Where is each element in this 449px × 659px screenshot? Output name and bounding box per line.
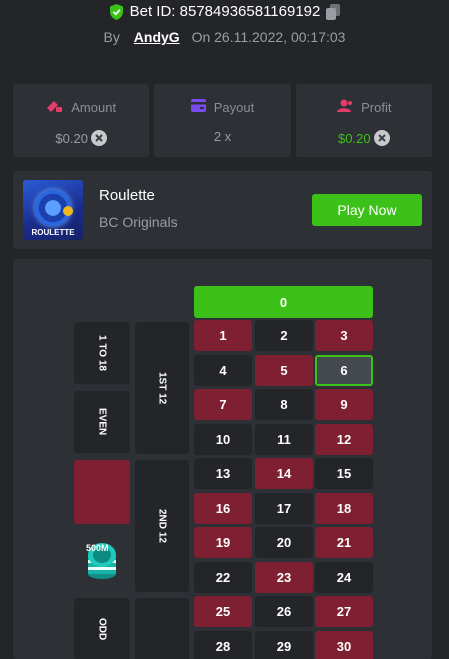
profit-card: Profit $0.20 bbox=[296, 84, 432, 157]
number-cell-25[interactable]: 25 bbox=[194, 596, 252, 627]
number-cell-19[interactable]: 19 bbox=[194, 527, 252, 558]
number-cell-3[interactable]: 3 bbox=[315, 320, 373, 351]
play-now-button[interactable]: Play Now bbox=[312, 194, 422, 226]
payout-title: Payout bbox=[214, 100, 254, 115]
bet-1-to-18[interactable]: 1 TO 18 bbox=[74, 322, 130, 384]
number-cell-6[interactable]: 6 bbox=[315, 355, 373, 386]
on-label: On bbox=[192, 29, 211, 45]
number-cell-10[interactable]: 10 bbox=[194, 424, 252, 455]
bet-red[interactable] bbox=[74, 460, 130, 524]
stats-row: Amount $0.20 Payout 2 x Profit $0.20 bbox=[13, 84, 432, 157]
payout-value: 2 x bbox=[214, 129, 231, 144]
by-line: By AndyG On 26.11.2022, 00:17:03 bbox=[0, 29, 449, 45]
number-cell-28[interactable]: 28 bbox=[194, 631, 252, 659]
game-card: ROULETTE Roulette BC Originals Play Now bbox=[13, 171, 432, 249]
currency-coin-icon bbox=[374, 130, 390, 146]
amount-icon bbox=[46, 99, 63, 116]
low-label: 1 TO 18 bbox=[97, 335, 108, 371]
number-cell-30[interactable]: 30 bbox=[315, 631, 373, 659]
bet-id-line: Bet ID: 85784936581169192 bbox=[0, 3, 449, 20]
game-name: Roulette bbox=[99, 187, 155, 204]
number-cell-16[interactable]: 16 bbox=[194, 493, 252, 524]
number-cell-24[interactable]: 24 bbox=[315, 562, 373, 593]
number-cell-4[interactable]: 4 bbox=[194, 355, 252, 386]
number-cell-23[interactable]: 23 bbox=[255, 562, 313, 593]
number-cell-29[interactable]: 29 bbox=[255, 631, 313, 659]
profit-value: $0.20 bbox=[338, 131, 371, 146]
dozen-3rd-12[interactable] bbox=[135, 598, 189, 659]
copy-icon[interactable] bbox=[326, 4, 340, 20]
bet-odd[interactable]: ODD bbox=[74, 598, 130, 659]
amount-value: $0.20 bbox=[55, 131, 88, 146]
number-cell-5[interactable]: 5 bbox=[255, 355, 313, 386]
number-cell-14[interactable]: 14 bbox=[255, 458, 313, 489]
number-cell-15[interactable]: 15 bbox=[315, 458, 373, 489]
number-cell-7[interactable]: 7 bbox=[194, 389, 252, 420]
dozen-1-label: 1ST 12 bbox=[157, 372, 168, 404]
number-cell-20[interactable]: 20 bbox=[255, 527, 313, 558]
chip-label: 500M bbox=[86, 543, 109, 553]
number-cell-17[interactable]: 17 bbox=[255, 493, 313, 524]
dozen-1st-12[interactable]: 1ST 12 bbox=[135, 322, 189, 454]
amount-title: Amount bbox=[71, 100, 116, 115]
number-cell-22[interactable]: 22 bbox=[194, 562, 252, 593]
payout-icon bbox=[191, 99, 206, 115]
even-label: EVEN bbox=[97, 408, 108, 435]
number-cell-8[interactable]: 8 bbox=[255, 389, 313, 420]
amount-card: Amount $0.20 bbox=[13, 84, 149, 157]
number-cell-1[interactable]: 1 bbox=[194, 320, 252, 351]
number-cell-18[interactable]: 18 bbox=[315, 493, 373, 524]
number-cell-9[interactable]: 9 bbox=[315, 389, 373, 420]
roulette-board: 0 12345678910111213141516171819202122232… bbox=[13, 259, 432, 659]
verified-shield-icon bbox=[109, 4, 124, 20]
profit-icon bbox=[336, 99, 353, 116]
thumbnail-label: ROULETTE bbox=[23, 228, 83, 237]
number-cell-13[interactable]: 13 bbox=[194, 458, 252, 489]
game-provider: BC Originals bbox=[99, 214, 178, 230]
number-cell-2[interactable]: 2 bbox=[255, 320, 313, 351]
bet-id-text: Bet ID: 85784936581169192 bbox=[130, 3, 321, 20]
roulette-thumbnail[interactable]: ROULETTE bbox=[23, 180, 83, 240]
number-cell-21[interactable]: 21 bbox=[315, 527, 373, 558]
date-text: 26.11.2022, 00:17:03 bbox=[214, 29, 345, 45]
payout-card: Payout 2 x bbox=[154, 84, 290, 157]
number-cell-26[interactable]: 26 bbox=[255, 596, 313, 627]
number-cell-27[interactable]: 27 bbox=[315, 596, 373, 627]
profit-title: Profit bbox=[361, 100, 391, 115]
user-link[interactable]: AndyG bbox=[134, 29, 180, 45]
number-cell-0[interactable]: 0 bbox=[194, 286, 373, 318]
bet-even[interactable]: EVEN bbox=[74, 391, 130, 453]
odd-label: ODD bbox=[97, 618, 108, 640]
by-label: By bbox=[104, 29, 120, 45]
bet-header: Bet ID: 85784936581169192 By AndyG On 26… bbox=[0, 0, 449, 62]
bet-black[interactable]: 500M bbox=[74, 530, 130, 592]
dozen-2nd-12[interactable]: 2ND 12 bbox=[135, 460, 189, 592]
currency-coin-icon bbox=[91, 130, 107, 146]
dozen-2-label: 2ND 12 bbox=[157, 509, 168, 543]
number-cell-12[interactable]: 12 bbox=[315, 424, 373, 455]
ball-icon bbox=[63, 206, 73, 216]
number-cell-11[interactable]: 11 bbox=[255, 424, 313, 455]
